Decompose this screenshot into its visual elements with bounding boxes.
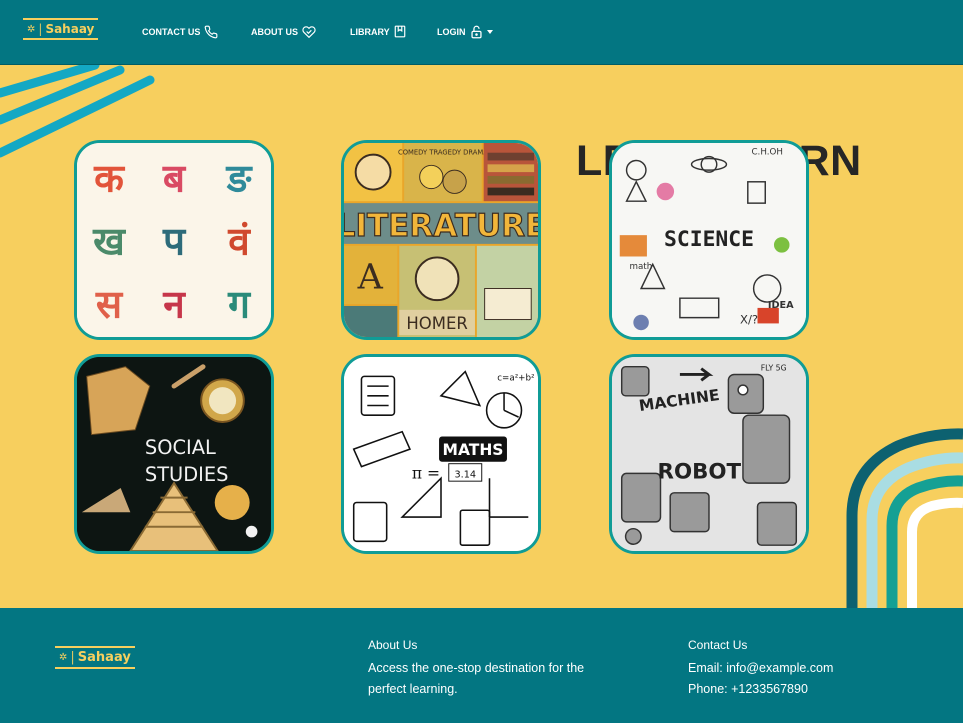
literature-illustration: COMEDY TRAGEDY DRAMA LITERATURE A HOMER [344,143,538,337]
decorative-rainbow [846,428,963,608]
social-studies-line2: STUDIES [145,463,229,486]
logo-text: Sahaay [45,22,95,36]
hindi-letter: ब [162,157,187,202]
hindi-letter: न [162,283,186,328]
hindi-letter: प [162,220,187,265]
hindi-letter: ग [227,283,251,328]
phone-icon [204,25,218,39]
logo-separator: | [38,22,43,36]
nav-about-us[interactable]: ABOUT US [251,25,316,38]
caret-down-icon [486,30,493,34]
robotics-tag: FLY 5G [761,364,787,373]
subject-card-maths[interactable]: c=a²+b² MATHS π = 3.14 [341,354,541,554]
logo-separator: | [70,650,75,665]
logo-text: Sahaay [77,650,131,665]
hindi-letter: ख [92,220,126,265]
maths-pi: π = [412,464,440,482]
subject-card-robotics[interactable]: FLY 5G MACHINE ROBOT [609,354,809,554]
footer-email[interactable]: Email: info@example.com [688,658,833,679]
hindi-letters-illustration: क ब ङ ख प वं स न ग [77,143,271,337]
subject-card-hindi[interactable]: क ब ङ ख प वं स न ग [74,140,274,340]
science-label: math [629,262,652,272]
robotics-illustration: FLY 5G MACHINE ROBOT [612,357,806,551]
literature-header: COMEDY TRAGEDY DRAMA [398,149,488,157]
science-ratio: X/? [740,312,758,326]
maths-title: MATHS [443,441,504,459]
literature-bottom-label: HOMER [406,314,467,333]
footer-about-heading: About Us [368,638,418,652]
hindi-letter: स [95,283,124,328]
hindi-letter: वं [227,220,251,265]
nav-login-label: LOGIN [437,27,466,37]
literature-title: LITERATURE [344,208,538,244]
subject-card-science[interactable]: C.H.OH SCIENCE math X/? IDEA [609,140,809,340]
nav-contact-label: CONTACT US [142,27,201,37]
footer-phone[interactable]: Phone: +1233567890 [688,679,833,700]
maths-formula: c=a²+b² [497,373,534,383]
footer-contact-heading: Contact Us [688,638,748,652]
robotics-line2: ROBOT [658,459,742,484]
subject-card-literature[interactable]: COMEDY TRAGEDY DRAMA LITERATURE A HOMER [341,140,541,340]
social-studies-line1: SOCIAL [145,436,216,459]
nav-about-label: ABOUT US [251,26,298,37]
subject-card-social-studies[interactable]: SOCIAL STUDIES [74,354,274,554]
science-tag: IDEA [768,300,794,311]
logo-mark-icon: ✲ [59,652,68,663]
science-illustration: C.H.OH SCIENCE math X/? IDEA [612,143,806,337]
footer-contact: Contact Us Email: info@example.com Phone… [688,638,833,700]
footer-about-text: Access the one-stop destination for the … [368,661,585,696]
hero-section: LET'S LEARN क ब ङ ख प वं स न ग COMEDY TR… [0,65,963,608]
lock-icon [470,25,482,39]
navbar: ✲ | Sahaay CONTACT US ABOUT US LIBRARY L… [0,0,963,65]
hindi-letter: ङ [226,157,254,202]
nav-login[interactable]: LOGIN [437,25,493,39]
logo-mark-icon: ✲ [27,23,36,35]
literature-letter: A [357,258,384,298]
science-formula: C.H.OH [751,148,782,158]
footer: ✲ | Sahaay About Us Access the one-stop … [0,608,963,723]
hindi-letter: क [93,157,125,202]
nav-library-label: LIBRARY [350,26,390,37]
maths-pi-value: 3.14 [454,469,476,480]
brand-logo[interactable]: ✲ | Sahaay [23,18,99,40]
footer-about: About Us Access the one-stop destination… [368,638,613,700]
nav-contact-us[interactable]: CONTACT US [142,25,218,39]
science-title: SCIENCE [664,227,754,252]
social-studies-illustration: SOCIAL STUDIES [77,357,271,551]
book-icon [394,25,405,38]
footer-logo[interactable]: ✲ | Sahaay [55,646,135,669]
heart-handshake-icon [302,26,316,38]
maths-illustration: c=a²+b² MATHS π = 3.14 [344,357,538,551]
nav-library[interactable]: LIBRARY [350,25,406,38]
